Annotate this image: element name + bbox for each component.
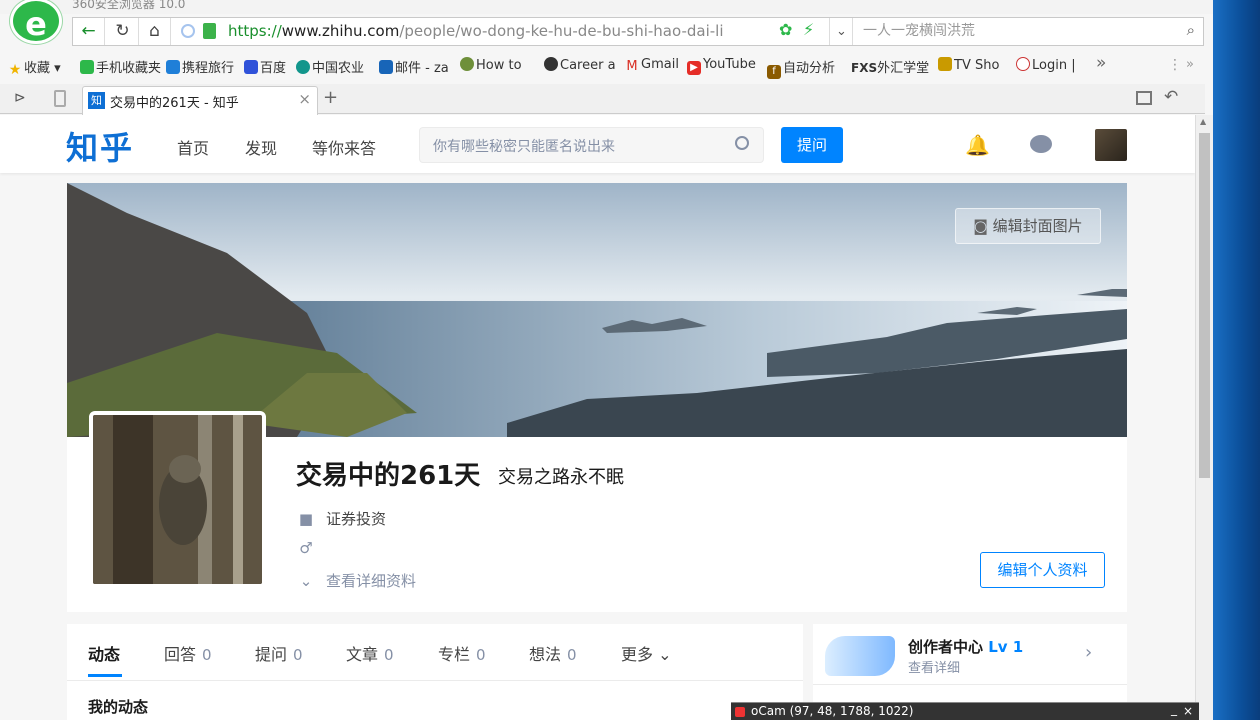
page-scrollbar[interactable]: ▲ [1195,115,1213,720]
active-tab-indicator [88,674,122,677]
site-info-icon[interactable] [181,24,195,38]
bookmark-item[interactable]: 携程旅行 [166,57,234,76]
chevron-right-icon[interactable]: › [1085,642,1092,663]
divider [813,684,1127,685]
bookmarks-bar: ★ 收藏 ▾ 手机收藏夹 携程旅行 百度 中国农业 邮件 - za How to … [0,52,1205,79]
zhihu-favicon: 知 [88,92,105,109]
ask-question-button[interactable]: 提问 [781,127,843,163]
title-bar: 360安全浏览器 10.0 [0,0,1213,14]
bookmark-favorites[interactable]: ★ 收藏 ▾ [8,57,61,77]
refresh-button[interactable]: ↻ [107,18,139,45]
close-icon[interactable]: × [1183,703,1193,720]
koala-photo [93,415,262,584]
tab-answers[interactable]: 回答 0 [164,641,212,665]
nav-home[interactable]: 首页 [177,135,209,159]
zhihu-logo[interactable]: 知乎 [66,123,134,169]
phone-icon[interactable] [54,90,66,107]
profile-tabs: 动态 回答 0 提问 0 文章 0 专栏 0 想法 0 更多 ⌄ 我的动态 [67,624,803,720]
feed-title: 我的动态 [88,698,149,716]
minimize-icon[interactable]: _ [1171,701,1177,718]
tab-articles[interactable]: 文章 0 [346,641,394,665]
view-details-link[interactable]: ⌄ 查看详细资料 [296,570,416,591]
lock-icon [203,23,216,39]
messages-icon[interactable] [1030,135,1052,153]
page-viewport: 知乎 首页 发现 等你来答 你有哪些秘密只能匿名说出来 提问 🔔 ◙ 编辑封面图… [0,115,1195,720]
bookmark-item[interactable]: 中国农业 [296,57,364,76]
bookmark-item[interactable]: 百度 [244,57,286,76]
bookmark-item[interactable]: 邮件 - za [379,57,449,76]
bookmark-item[interactable]: TV Sho [938,57,999,73]
creator-illustration [825,636,895,676]
edit-cover-button[interactable]: ◙ 编辑封面图片 [955,208,1101,244]
bookmark-item[interactable]: FXS外汇学堂 [851,57,929,76]
tab-thoughts[interactable]: 想法 0 [529,641,577,665]
male-icon: ♂ [299,539,313,557]
profile-avatar[interactable] [89,411,266,588]
sidebar-toggle-icon[interactable]: ⊳ [14,90,26,106]
creator-title: 创作者中心 Lv 1 [908,638,1024,656]
edit-profile-button[interactable]: 编辑个人资料 [980,552,1105,588]
bookmarks-more-button[interactable]: » [1096,53,1106,73]
window-title: 360安全浏览器 10.0 [72,0,186,11]
new-tab-button[interactable]: + [323,87,338,108]
browser-search-input[interactable]: 一人一宠横闯洪荒 [852,18,1204,45]
user-avatar-small[interactable] [1095,129,1127,161]
nav-waiting-answers[interactable]: 等你来答 [312,135,376,159]
bookmark-item[interactable]: How to [460,57,522,73]
tab-columns[interactable]: 专栏 0 [438,641,486,665]
chevron-down-icon: ⌄ [658,645,672,664]
scrollbar-thumb[interactable] [1199,133,1210,478]
bookmark-item[interactable]: M Gmail [625,57,679,74]
bookmark-item[interactable]: ▶ YouTube [687,57,756,75]
browser-tab-active[interactable]: 知 交易中的261天 - 知乎 × [82,86,318,115]
back-button[interactable]: ← [73,18,105,45]
chevron-down-icon: ⌄ [299,572,313,590]
tab-more[interactable]: 更多 ⌄ [621,641,672,665]
close-tab-icon[interactable]: × [298,90,311,108]
bookmark-item[interactable]: Login | [1016,57,1076,73]
zhihu-search-input[interactable]: 你有哪些秘密只能匿名说出来 [419,127,764,163]
nav-discover[interactable]: 发现 [245,135,277,159]
undo-close-icon[interactable]: ↶ [1164,87,1178,107]
speed-mode-icon[interactable]: ⚡ [803,20,814,39]
tab-title: 交易中的261天 - 知乎 [110,96,239,111]
bookmarks-expand-icon[interactable]: » [1186,57,1194,72]
bookmarks-menu-icon[interactable]: ⋮ [1168,57,1182,73]
browser-window: 360安全浏览器 10.0 e ← ↻ ⌂ ✿ ⚡ ⌄ ⌕ https://ww… [0,0,1213,720]
bookmark-item[interactable]: 手机收藏夹 [80,57,161,76]
tab-questions[interactable]: 提问 0 [255,641,303,665]
home-button[interactable]: ⌂ [139,18,171,45]
briefcase-icon: ■ [298,510,314,528]
tab-activity[interactable]: 动态 [88,641,120,665]
bookmark-item[interactable]: f 自动分析 [767,57,835,79]
desktop-background [1213,0,1260,720]
ocam-recorder-bar[interactable]: oCam (97, 48, 1788, 1022) _ × [731,702,1199,720]
restore-tabs-icon[interactable] [1136,91,1152,105]
notification-bell-icon[interactable]: 🔔 [965,133,990,157]
address-bar[interactable]: https://www.zhihu.com/people/wo-dong-ke-… [228,18,748,45]
browser-logo[interactable]: e [10,0,62,44]
zhihu-header: 知乎 首页 发现 等你来答 你有哪些秘密只能匿名说出来 提问 🔔 [0,115,1195,173]
creator-subtitle: 查看详细 [908,661,961,676]
divider [67,680,803,681]
profile-name: 交易中的261天 [296,461,481,491]
security-check-icon[interactable]: ✿ [779,20,792,39]
ocam-title: oCam (97, 48, 1788, 1022) [751,704,914,718]
search-icon[interactable] [735,136,749,150]
profile-headline: 交易之路永不眠 [498,467,624,488]
bookmark-item[interactable]: Career a [544,57,616,73]
record-icon [735,707,745,717]
url-dropdown-icon[interactable]: ⌄ [829,18,853,45]
profile-industry: ■ 证券投资 [296,508,386,529]
profile-gender: ♂ [296,539,326,557]
